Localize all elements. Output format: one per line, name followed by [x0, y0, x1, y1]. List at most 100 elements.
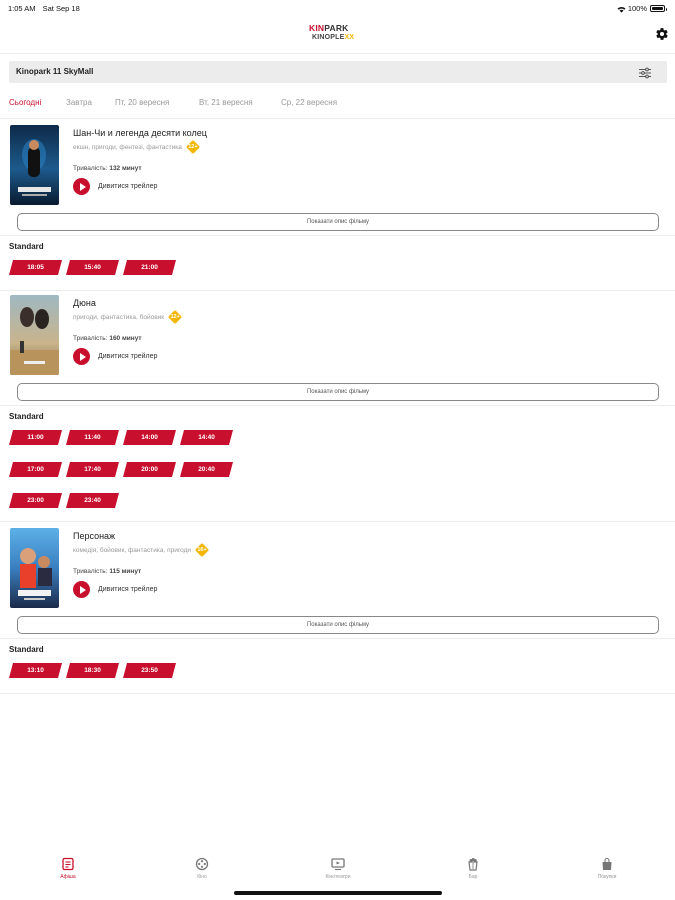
session-time-button[interactable]: 17:00: [9, 462, 62, 477]
trailer-button[interactable]: Дивитися трейлер: [73, 348, 157, 365]
gear-icon: [656, 28, 668, 40]
tab-tomorrow[interactable]: Завтра: [66, 98, 92, 107]
divider: [0, 693, 675, 694]
session-time-button[interactable]: 23:50: [123, 663, 176, 678]
movie-title: Дюна: [73, 298, 96, 308]
session-time-button[interactable]: 14:00: [123, 430, 176, 445]
age-rating-text: 12+: [170, 313, 180, 320]
kinopark-logo: KINPARK KINOPLEXX: [309, 23, 369, 47]
movie-title: Персонаж: [73, 531, 116, 541]
divider: [0, 235, 675, 236]
screen-icon: [331, 857, 345, 871]
age-rating-text: 12+: [188, 143, 198, 150]
genres-row: пригоди, фантастика, бойовик 12+: [73, 309, 183, 325]
session-time-button[interactable]: 17:40: [66, 462, 119, 477]
session-time-button[interactable]: 20:00: [123, 462, 176, 477]
age-rating-text: 16+: [197, 546, 207, 553]
session-time-button[interactable]: 11:00: [9, 430, 62, 445]
genres-row: комедія, бойовик, фантастика, пригоди 16…: [73, 542, 210, 558]
age-rating-badge: 12+: [185, 139, 200, 155]
logo-red-text: KIN: [309, 23, 325, 33]
tab-cinemas[interactable]: Кінотеатри: [308, 857, 368, 880]
tab-date-5[interactable]: Ср, 22 вересня: [281, 98, 337, 107]
status-date: Sat Sep 18: [42, 4, 80, 13]
duration-label: Тривалість:: [73, 165, 108, 172]
tab-purchases[interactable]: Покупки: [577, 857, 637, 880]
tab-today[interactable]: Сьогодні: [9, 98, 41, 107]
format-label: Standard: [9, 645, 44, 654]
tab-bar[interactable]: Бар: [443, 857, 503, 880]
trailer-button[interactable]: Дивитися трейлер: [73, 581, 157, 598]
session-time-button[interactable]: 14:40: [180, 430, 233, 445]
popcorn-icon: [466, 857, 480, 871]
status-left: 1:05 AM Sat Sep 18: [8, 4, 85, 13]
tab-label: Кінотеатри: [325, 874, 351, 880]
tab-afisha[interactable]: Афіша: [38, 857, 98, 880]
home-indicator: [234, 891, 442, 895]
filter-sliders-icon[interactable]: [639, 66, 651, 79]
duration-label: Тривалість:: [73, 568, 108, 575]
tab-label: Бар: [468, 874, 478, 880]
session-time-button[interactable]: 23:40: [66, 493, 119, 508]
shopping-bag-icon: [600, 857, 614, 871]
battery-icon: [650, 5, 667, 12]
genres-row: екшн, пригоди, фентезі, фантастика 12+: [73, 139, 200, 155]
movie-genres: комедія, бойовик, фантастика, пригоди: [73, 546, 191, 554]
show-description-button[interactable]: Показати опис фільму: [17, 383, 659, 401]
divider: [0, 521, 675, 522]
duration-value: 160 минут: [109, 335, 142, 342]
movie-genres: екшн, пригоди, фентезі, фантастика: [73, 143, 182, 151]
movie-poster[interactable]: [10, 528, 59, 608]
movie-poster[interactable]: [10, 125, 59, 205]
session-time-button[interactable]: 23:00: [9, 493, 62, 508]
tab-date-3[interactable]: Пт, 20 вересня: [115, 98, 169, 107]
format-label: Standard: [9, 412, 44, 421]
settings-button[interactable]: [655, 27, 669, 41]
movie-title: Шан-Чи и легенда десяти колец: [73, 128, 207, 138]
tab-date-4[interactable]: Вт, 21 вересня: [199, 98, 253, 107]
trailer-button[interactable]: Дивитися трейлер: [73, 178, 157, 195]
date-tabs: Сьогодні Завтра Пт, 20 вересня Вт, 21 ве…: [0, 91, 675, 119]
duration-label: Тривалість:: [73, 335, 108, 342]
play-icon: [73, 348, 90, 365]
session-time-button[interactable]: 13:10: [9, 663, 62, 678]
tab-label: Афіша: [60, 874, 76, 880]
status-bar: 1:05 AM Sat Sep 18 100%: [0, 0, 675, 16]
battery-percent: 100%: [627, 4, 647, 13]
session-time-button[interactable]: 21:00: [123, 260, 176, 275]
session-time-button[interactable]: 20:40: [180, 462, 233, 477]
duration-value: 132 минут: [109, 165, 142, 172]
status-time: 1:05 AM: [8, 4, 36, 13]
tab-label: Покупки: [597, 874, 617, 880]
trailer-label: Дивитися трейлер: [98, 353, 158, 360]
divider: [0, 405, 675, 406]
movie-poster[interactable]: [10, 295, 59, 375]
divider: [0, 638, 675, 639]
format-label: Standard: [9, 242, 44, 251]
tab-label: Кіно: [197, 874, 207, 880]
logo-bottom-text: KINOPLE: [312, 34, 345, 41]
session-time-button[interactable]: 18:30: [66, 663, 119, 678]
session-time-button[interactable]: 15:40: [66, 260, 119, 275]
age-rating-badge: 16+: [194, 542, 210, 558]
play-icon: [73, 581, 90, 598]
show-description-button[interactable]: Показати опис фільму: [17, 213, 659, 231]
cinema-selector[interactable]: Kinopark 11 SkyMall: [9, 61, 667, 83]
session-time-button[interactable]: 11:40: [66, 430, 119, 445]
movie-duration: Тривалість: 132 минут: [73, 165, 142, 172]
trailer-label: Дивитися трейлер: [98, 183, 158, 190]
wifi-icon: [617, 6, 626, 13]
tab-kino[interactable]: Кіно: [172, 857, 232, 880]
session-time-button[interactable]: 18:05: [9, 260, 62, 275]
logo-accent-text: XX: [344, 34, 355, 41]
movie-duration: Тривалість: 115 минут: [73, 568, 141, 575]
duration-value: 115 минут: [109, 568, 142, 575]
show-description-button[interactable]: Показати опис фільму: [17, 616, 659, 634]
film-reel-icon: [195, 857, 209, 871]
age-rating-badge: 12+: [168, 309, 183, 325]
logo-bottom-line: KINOPLEXX: [309, 33, 369, 43]
movie-genres: пригоди, фантастика, бойовик: [73, 313, 165, 321]
app-header: KINPARK KINOPLEXX: [0, 16, 675, 54]
cinema-name: Kinopark 11 SkyMall: [16, 67, 94, 76]
trailer-label: Дивитися трейлер: [98, 586, 158, 593]
